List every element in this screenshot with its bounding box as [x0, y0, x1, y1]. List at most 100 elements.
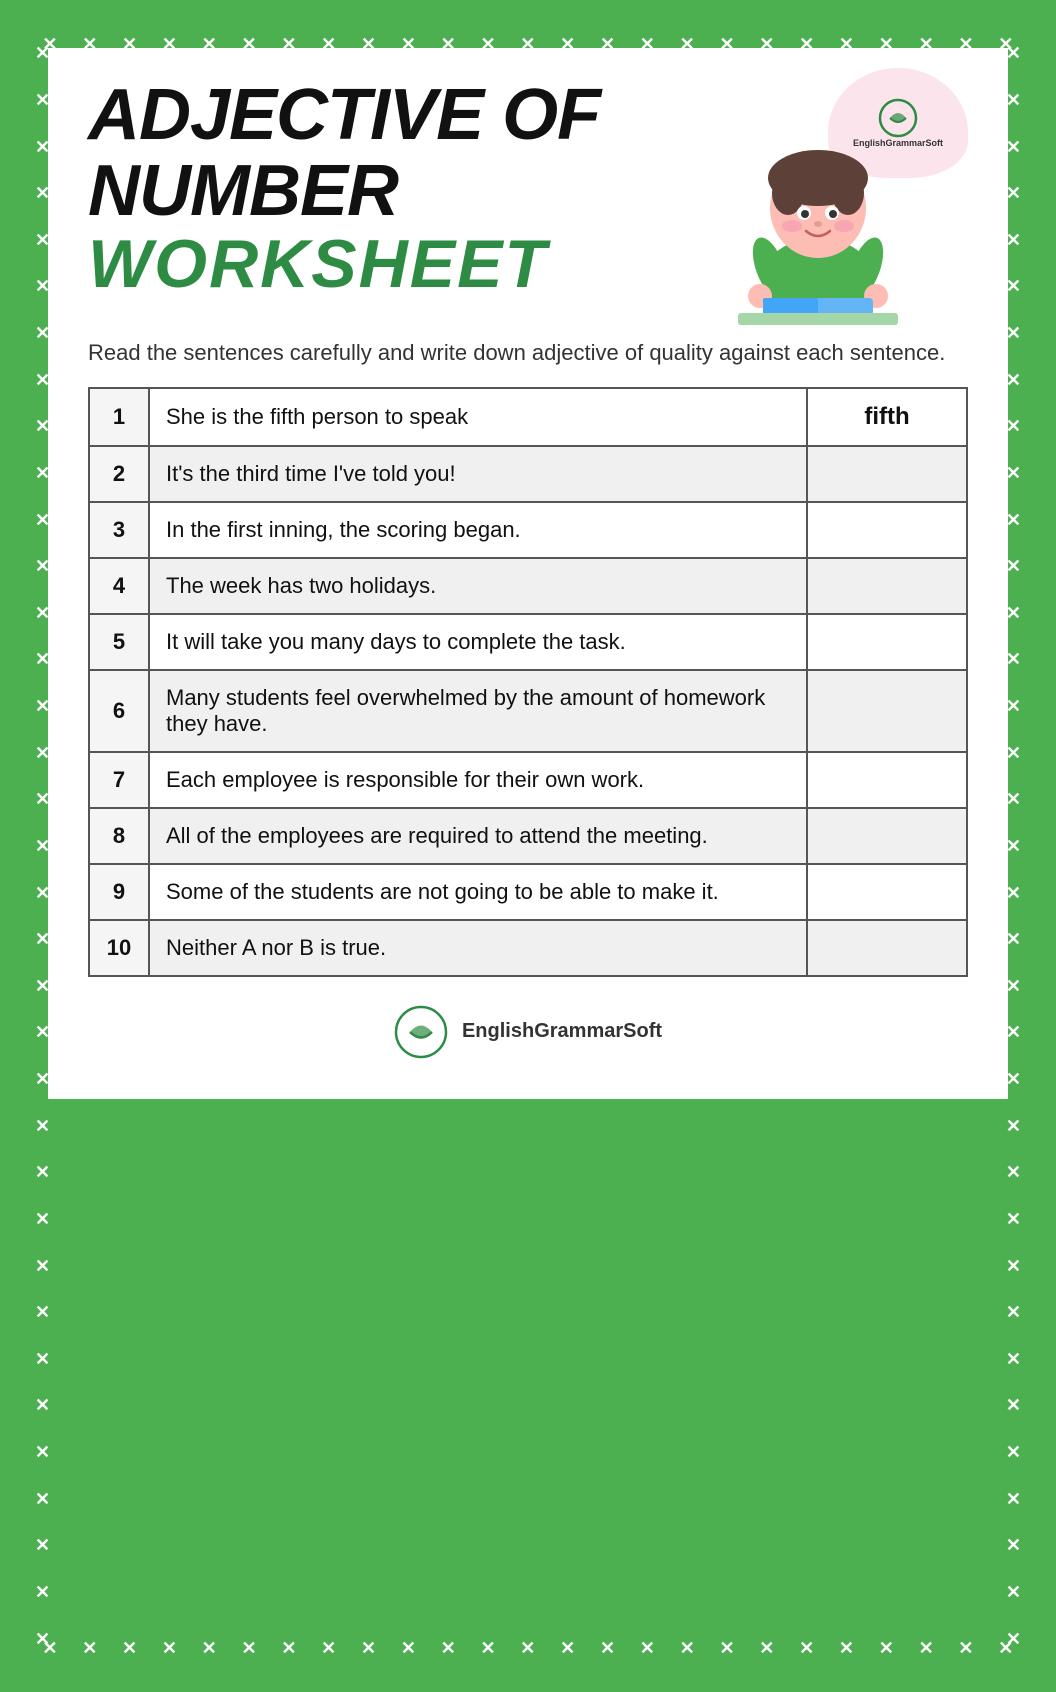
row-number: 1	[89, 388, 149, 446]
row-number: 7	[89, 752, 149, 808]
x-mark: ✕	[202, 1639, 217, 1657]
row-sentence: Each employee is responsible for their o…	[149, 752, 807, 808]
x-mark: ✕	[1006, 977, 1021, 995]
x-mark: ✕	[35, 1490, 50, 1508]
x-mark: ✕	[520, 1639, 535, 1657]
row-number: 4	[89, 558, 149, 614]
x-mark: ✕	[680, 1639, 695, 1657]
row-answer	[807, 502, 967, 558]
x-mark: ✕	[1006, 1023, 1021, 1041]
table-row: 9Some of the students are not going to b…	[89, 864, 967, 920]
x-mark: ✕	[1006, 650, 1021, 668]
x-mark: ✕	[839, 1639, 854, 1657]
x-mark: ✕	[321, 1639, 336, 1657]
instructions-text: Read the sentences carefully and write d…	[88, 338, 968, 369]
x-mark: ✕	[82, 1639, 97, 1657]
x-mark: ✕	[799, 1639, 814, 1657]
x-mark: ✕	[35, 1583, 50, 1601]
row-number: 5	[89, 614, 149, 670]
x-mark: ✕	[281, 1639, 296, 1657]
x-mark: ✕	[361, 1639, 376, 1657]
x-mark: ✕	[1006, 1303, 1021, 1321]
x-mark: ✕	[1006, 44, 1021, 62]
footer-brand-text: EnglishGrammarSoft	[462, 1020, 662, 1043]
row-sentence: Many students feel overwhelmed by the am…	[149, 670, 807, 752]
row-sentence: It's the third time I've told you!	[149, 446, 807, 502]
row-answer	[807, 808, 967, 864]
x-mark: ✕	[958, 1639, 973, 1657]
x-mark: ✕	[1006, 324, 1021, 342]
x-mark: ✕	[1006, 1536, 1021, 1554]
x-mark: ✕	[35, 1396, 50, 1414]
x-mark: ✕	[1006, 371, 1021, 389]
footer-brand-name: EnglishGrammarSoft	[462, 1020, 662, 1043]
x-mark: ✕	[1006, 464, 1021, 482]
row-number: 3	[89, 502, 149, 558]
x-mark: ✕	[1006, 744, 1021, 762]
x-mark: ✕	[1006, 1257, 1021, 1275]
x-mark: ✕	[1006, 1630, 1021, 1648]
row-answer	[807, 446, 967, 502]
row-sentence: The week has two holidays.	[149, 558, 807, 614]
x-mark: ✕	[122, 1639, 137, 1657]
x-mark: ✕	[35, 1210, 50, 1228]
row-answer	[807, 558, 967, 614]
x-mark: ✕	[1006, 1070, 1021, 1088]
x-mark: ✕	[1006, 1443, 1021, 1461]
page-title-line2: NUMBER	[88, 154, 688, 230]
border-right: ✕ ✕ ✕ ✕ ✕ ✕ ✕ ✕ ✕ ✕ ✕ ✕ ✕ ✕ ✕ ✕ ✕ ✕ ✕ ✕ …	[1006, 30, 1021, 1662]
table-row: 8All of the employees are required to at…	[89, 808, 967, 864]
x-mark: ✕	[242, 1639, 257, 1657]
x-mark: ✕	[1006, 91, 1021, 109]
x-mark: ✕	[35, 1536, 50, 1554]
x-mark: ✕	[1006, 837, 1021, 855]
x-mark: ✕	[640, 1639, 655, 1657]
x-mark: ✕	[35, 1303, 50, 1321]
row-number: 9	[89, 864, 149, 920]
x-mark: ✕	[1006, 1163, 1021, 1181]
x-mark: ✕	[1006, 790, 1021, 808]
x-mark: ✕	[879, 1639, 894, 1657]
table-row: 7Each employee is responsible for their …	[89, 752, 967, 808]
row-answer	[807, 614, 967, 670]
row-sentence: Neither A nor B is true.	[149, 920, 807, 976]
table-row: 6Many students feel overwhelmed by the a…	[89, 670, 967, 752]
x-mark: ✕	[1006, 604, 1021, 622]
page-title-worksheet: WORKSHEET	[88, 229, 688, 300]
row-number: 10	[89, 920, 149, 976]
x-mark: ✕	[35, 1443, 50, 1461]
table-row: 4The week has two holidays.	[89, 558, 967, 614]
header-image-area: EnglishGrammarSoft	[688, 68, 968, 328]
page-title-line1: ADJECTIVE OF	[88, 78, 688, 154]
x-mark: ✕	[35, 1350, 50, 1368]
x-mark: ✕	[1006, 1490, 1021, 1508]
x-mark: ✕	[35, 1163, 50, 1181]
x-mark: ✕	[1006, 1210, 1021, 1228]
row-answer: fifth	[807, 388, 967, 446]
row-number: 6	[89, 670, 149, 752]
row-sentence: It will take you many days to complete t…	[149, 614, 807, 670]
table-row: 2It's the third time I've told you!	[89, 446, 967, 502]
worksheet-table: 1She is the fifth person to speakfifth2I…	[88, 387, 968, 977]
x-mark: ✕	[1006, 697, 1021, 715]
row-number: 2	[89, 446, 149, 502]
x-mark: ✕	[1006, 557, 1021, 575]
title-block: ADJECTIVE OF NUMBER WORKSHEET	[88, 78, 688, 301]
page-wrapper: ✕ ✕ ✕ ✕ ✕ ✕ ✕ ✕ ✕ ✕ ✕ ✕ ✕ ✕ ✕ ✕ ✕ ✕ ✕ ✕ …	[30, 30, 1026, 1662]
row-answer	[807, 752, 967, 808]
row-sentence: All of the employees are required to att…	[149, 808, 807, 864]
x-mark: ✕	[1006, 417, 1021, 435]
x-mark: ✕	[35, 1630, 50, 1648]
x-mark: ✕	[480, 1639, 495, 1657]
table-row: 5It will take you many days to complete …	[89, 614, 967, 670]
footer: EnglishGrammarSoft	[88, 1005, 968, 1059]
x-mark: ✕	[600, 1639, 615, 1657]
row-number: 8	[89, 808, 149, 864]
character-illustration	[708, 98, 928, 328]
row-sentence: She is the fifth person to speak	[149, 388, 807, 446]
x-mark: ✕	[1006, 1350, 1021, 1368]
x-mark: ✕	[35, 1117, 50, 1135]
x-mark: ✕	[1006, 930, 1021, 948]
table-row: 3In the first inning, the scoring began.	[89, 502, 967, 558]
footer-logo-icon	[394, 1005, 448, 1059]
